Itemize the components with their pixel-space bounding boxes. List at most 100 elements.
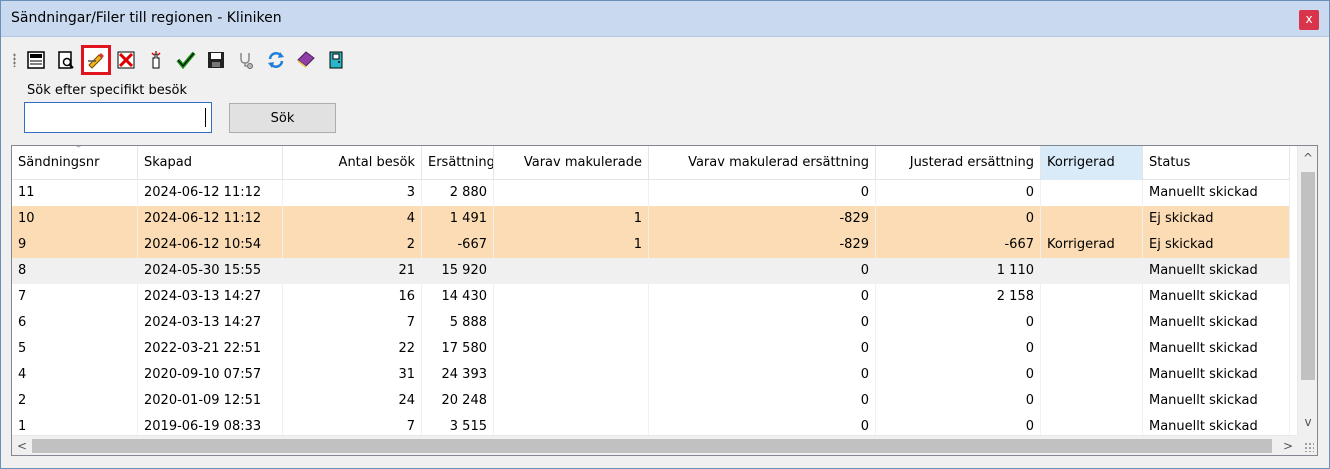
edit-correct-icon[interactable] <box>81 45 111 75</box>
column-header[interactable]: Varav makulerade <box>494 146 649 180</box>
search-input[interactable] <box>24 102 212 133</box>
column-header[interactable]: Sändningsnr <box>12 146 138 180</box>
table-row[interactable]: 6 2024-03-13 14:27 7 5 888 0 0 Manuellt skicka… <box>12 310 1290 336</box>
table-header: ﹀ Sändningsnr Skapad Antal besök Ersättning… <box>12 146 1290 180</box>
table-row[interactable]: 4 2020-09-10 07:57 31 24 393 0 0 Manuellt skic… <box>12 362 1290 388</box>
table-cell <box>1041 388 1143 414</box>
delete-icon[interactable] <box>113 47 139 73</box>
search-label: Sök efter specifikt besök <box>27 83 188 98</box>
table-cell <box>494 336 649 362</box>
table-cell: 15 920 <box>422 258 494 284</box>
send-icon[interactable] <box>143 47 169 73</box>
table-row[interactable]: 5 2022-03-21 22:51 22 17 580 0 0 Manuellt skic… <box>12 336 1290 362</box>
print-icon[interactable] <box>23 47 49 73</box>
table-cell: 24 393 <box>422 362 494 388</box>
book-icon[interactable] <box>293 47 319 73</box>
table-cell: 0 <box>876 206 1041 232</box>
table-cell: -829 <box>649 232 876 258</box>
stethoscope-icon[interactable] <box>233 47 259 73</box>
table-row[interactable]: 11 2024-06-12 11:12 3 2 880 0 0 Manuellt skick… <box>12 180 1290 206</box>
approve-check-icon[interactable] <box>173 47 199 73</box>
vertical-scrollbar[interactable]: ^ v <box>1297 146 1317 436</box>
table-cell <box>494 258 649 284</box>
table-cell: Manuellt skickad <box>1143 388 1290 414</box>
table-cell: 1 <box>494 206 649 232</box>
table-cell: 2020-09-10 07:57 <box>138 362 283 388</box>
table-cell: 4 <box>12 362 138 388</box>
horizontal-scroll-thumb[interactable] <box>32 439 1272 453</box>
table-row[interactable]: 8 2024-05-30 15:55 21 15 920 0 1 110 Manuellt … <box>12 258 1290 284</box>
table-cell <box>494 310 649 336</box>
horizontal-scrollbar[interactable]: < > <box>12 435 1298 455</box>
title-bar: Sändningar/Filer till regionen - Klinike… <box>1 1 1329 37</box>
column-header[interactable]: Status <box>1143 146 1290 180</box>
table-cell: 5 <box>12 336 138 362</box>
table-row[interactable]: 9 2024-06-12 10:54 2 -667 1 -829 -667 Korrigera… <box>12 232 1290 258</box>
table-row[interactable]: 7 2024-03-13 14:27 16 14 430 0 2 158 Manuellt … <box>12 284 1290 310</box>
print-preview-icon[interactable] <box>53 47 79 73</box>
table-cell <box>494 284 649 310</box>
table-cell: 4 <box>283 206 422 232</box>
column-header[interactable]: Justerad ersättning <box>876 146 1041 180</box>
table-cell: 2024-03-13 14:27 <box>138 284 283 310</box>
column-header[interactable]: Varav makulerad ersättning <box>649 146 876 180</box>
table-cell: 2024-03-13 14:27 <box>138 310 283 336</box>
table-cell: 3 <box>283 180 422 206</box>
table-cell: Korrigerad <box>1041 232 1143 258</box>
table-cell: 0 <box>649 180 876 206</box>
table-cell: Ej skickad <box>1143 232 1290 258</box>
table-cell: 0 <box>876 310 1041 336</box>
table-cell: 2024-06-12 10:54 <box>138 232 283 258</box>
table-cell: 0 <box>649 362 876 388</box>
scroll-down-icon[interactable]: v <box>1298 412 1317 432</box>
table-cell: Manuellt skickad <box>1143 180 1290 206</box>
table-cell <box>1041 206 1143 232</box>
table-cell: -667 <box>876 232 1041 258</box>
exit-door-icon[interactable] <box>323 47 349 73</box>
table-row[interactable]: 2 2020-01-09 12:51 24 20 248 0 0 Manuellt skic… <box>12 388 1290 414</box>
refresh-icon[interactable] <box>263 47 289 73</box>
column-header[interactable]: Ersättning <box>422 146 494 180</box>
column-header[interactable]: Antal besök <box>283 146 422 180</box>
toolbar <box>13 45 1323 75</box>
table-cell: 8 <box>12 258 138 284</box>
table-cell: 22 <box>283 336 422 362</box>
table-cell: 16 <box>283 284 422 310</box>
table-cell: 0 <box>876 388 1041 414</box>
table-cell <box>494 180 649 206</box>
table-cell <box>494 388 649 414</box>
search-button[interactable]: Sök <box>229 103 336 133</box>
table-cell: 7 <box>12 284 138 310</box>
table-cell: 31 <box>283 362 422 388</box>
vertical-scroll-thumb[interactable] <box>1301 172 1315 380</box>
table-cell: 2024-06-12 11:12 <box>138 180 283 206</box>
column-header[interactable]: Korrigerad <box>1041 146 1143 180</box>
window-title: Sändningar/Filer till regionen - Klinike… <box>11 10 282 26</box>
table-row[interactable]: 10 2024-06-12 11:12 4 1 491 1 -829 0 Ej skickad <box>12 206 1290 232</box>
table-cell <box>1041 284 1143 310</box>
table-cell: 2024-05-30 15:55 <box>138 258 283 284</box>
table-cell: 2 158 <box>876 284 1041 310</box>
table-cell: 0 <box>649 284 876 310</box>
close-button[interactable]: x <box>1299 10 1319 30</box>
table-cell: 0 <box>876 336 1041 362</box>
table-cell <box>1041 258 1143 284</box>
table-cell: Manuellt skickad <box>1143 336 1290 362</box>
data-grid: ﹀ Sändningsnr Skapad Antal besök Ersättning… <box>11 145 1318 456</box>
table-cell: 10 <box>12 206 138 232</box>
scroll-left-icon[interactable]: < <box>12 436 32 455</box>
table-cell: Manuellt skickad <box>1143 310 1290 336</box>
table-cell: 0 <box>649 336 876 362</box>
toolbar-grip[interactable] <box>13 53 16 67</box>
table-cell <box>1041 336 1143 362</box>
table-cell: Manuellt skickad <box>1143 258 1290 284</box>
scroll-up-icon[interactable]: ^ <box>1298 148 1317 168</box>
column-header[interactable]: Skapad <box>138 146 283 180</box>
table-cell: 6 <box>12 310 138 336</box>
resize-grip-icon[interactable] <box>1304 442 1314 452</box>
save-icon[interactable] <box>203 47 229 73</box>
table-cell: -667 <box>422 232 494 258</box>
scroll-right-icon[interactable]: > <box>1278 436 1298 455</box>
table-cell: 24 <box>283 388 422 414</box>
table-cell: 5 888 <box>422 310 494 336</box>
